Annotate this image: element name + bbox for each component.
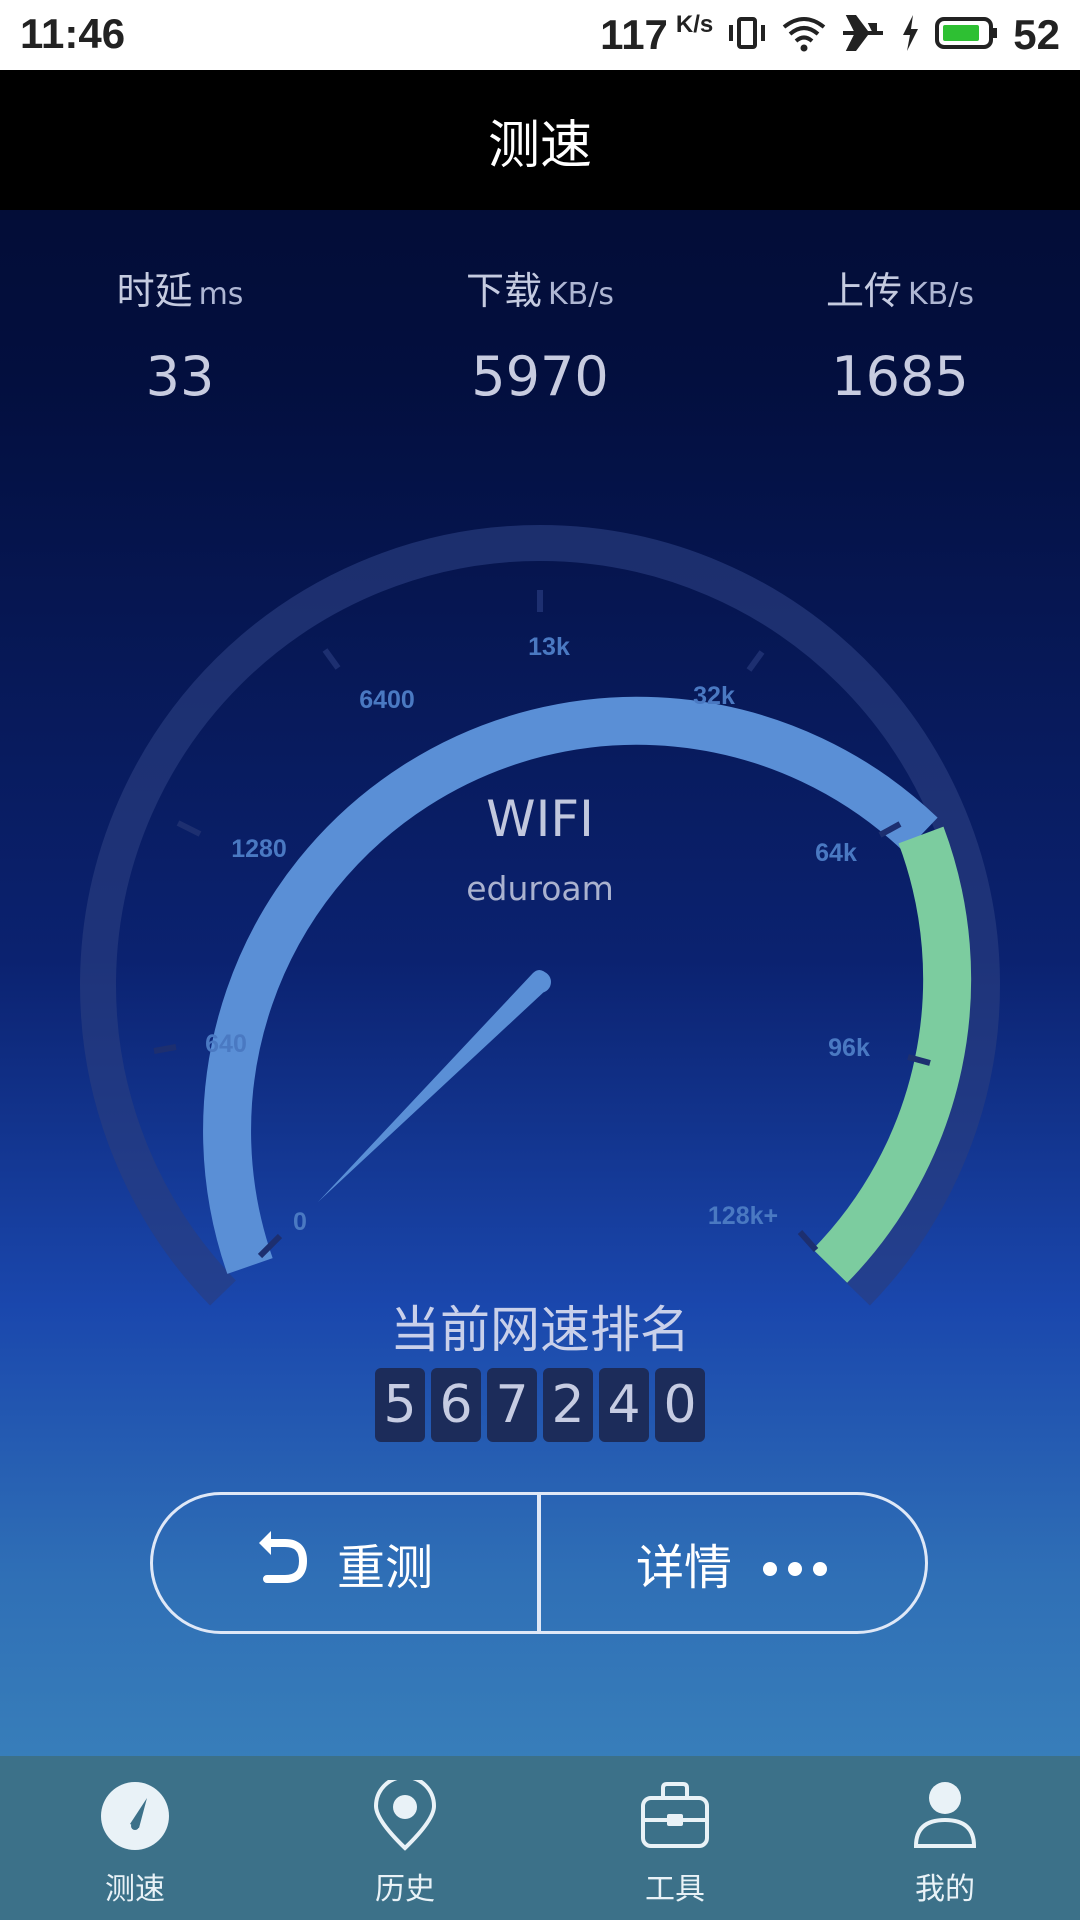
metric-unit: KB/s bbox=[908, 277, 974, 312]
scale-label: 1280 bbox=[231, 835, 287, 863]
app-bar: 测速 bbox=[0, 70, 1080, 210]
speed-gauge: 0 640 1280 6400 13k 32k 64k 96k 128k+ WI… bbox=[80, 525, 1000, 1306]
rank-digit: 2 bbox=[543, 1368, 593, 1442]
upload-value: 1685 bbox=[831, 345, 969, 408]
metric-unit: ms bbox=[198, 277, 244, 312]
details-label: 详情 bbox=[635, 1540, 732, 1596]
status-bar: 11:46 117 K/s 52 bbox=[0, 0, 1080, 70]
nav-item-speedtest[interactable]: 测速 bbox=[0, 1756, 270, 1920]
scale-label: 0 bbox=[293, 1208, 307, 1236]
upload-metric: 上传 KB/s 1685 bbox=[720, 260, 1080, 408]
rank-digit: 7 bbox=[487, 1368, 537, 1442]
action-buttons: 重测 详情 bbox=[150, 1492, 928, 1634]
charging-icon bbox=[899, 13, 921, 58]
scale-label: 13k bbox=[528, 633, 570, 661]
scale-label: 128k+ bbox=[708, 1202, 778, 1230]
scale-label: 6400 bbox=[359, 686, 415, 714]
tick bbox=[797, 1230, 819, 1252]
latency-value: 33 bbox=[145, 345, 215, 408]
retest-label: 重测 bbox=[336, 1540, 433, 1596]
battery-icon bbox=[935, 15, 999, 56]
network-speed-unit: K/s bbox=[675, 11, 714, 38]
more-dots-icon bbox=[760, 1535, 830, 1591]
speedometer-icon bbox=[99, 1780, 171, 1856]
tick bbox=[176, 820, 202, 837]
nav-label: 历史 bbox=[375, 1872, 435, 1907]
nav-label: 我的 bbox=[915, 1872, 975, 1907]
rank-digit: 4 bbox=[599, 1368, 649, 1442]
vibrate-icon bbox=[727, 13, 767, 58]
tick bbox=[746, 650, 765, 672]
metric-label: 上传 bbox=[825, 269, 902, 313]
scale-label: 64k bbox=[815, 839, 857, 867]
metric-unit: KB/s bbox=[548, 277, 614, 312]
metric-label: 时延 bbox=[116, 269, 193, 313]
tick bbox=[153, 1044, 177, 1054]
rank-digit: 5 bbox=[375, 1368, 425, 1442]
network-speed: 117 bbox=[600, 11, 668, 58]
scale-label: 640 bbox=[205, 1030, 247, 1058]
rank-digits: 5 6 7 2 4 0 bbox=[375, 1368, 705, 1442]
scale-label: 32k bbox=[693, 682, 735, 710]
status-time: 11:46 bbox=[20, 10, 126, 57]
details-button[interactable]: 详情 bbox=[541, 1495, 925, 1631]
rank-digit: 6 bbox=[431, 1368, 481, 1442]
retest-button[interactable]: 重测 bbox=[153, 1495, 537, 1631]
toolbox-icon bbox=[639, 1780, 711, 1856]
nav-label: 工具 bbox=[645, 1872, 705, 1907]
nav-label: 测速 bbox=[105, 1872, 165, 1907]
status-icons: 117 K/s 52 bbox=[600, 8, 1060, 62]
rank-title: 当前网速排名 bbox=[390, 1301, 690, 1359]
network-type: WIFI bbox=[486, 790, 594, 848]
page-title: 测速 bbox=[487, 115, 592, 176]
location-pin-icon bbox=[372, 1775, 438, 1856]
tick bbox=[322, 648, 341, 670]
latency-metric: 时延 ms 33 bbox=[0, 260, 360, 408]
nav-item-tools[interactable]: 工具 bbox=[540, 1756, 810, 1920]
airplane-mode-icon bbox=[841, 13, 885, 58]
retest-icon bbox=[257, 1529, 309, 1597]
nav-item-history[interactable]: 历史 bbox=[270, 1756, 540, 1920]
nav-item-profile[interactable]: 我的 bbox=[810, 1756, 1080, 1920]
bottom-nav: 测速 历史 工具 我的 bbox=[0, 1756, 1080, 1920]
scale-label: 96k bbox=[828, 1034, 870, 1062]
user-icon bbox=[912, 1780, 978, 1856]
needle-pivot bbox=[529, 971, 551, 993]
gauge-needle bbox=[318, 969, 551, 1202]
download-value: 5970 bbox=[471, 345, 609, 408]
wifi-icon bbox=[781, 13, 827, 58]
rank-digit: 0 bbox=[655, 1368, 705, 1442]
download-metric: 下载 KB/s 5970 bbox=[360, 260, 720, 408]
metric-label: 下载 bbox=[465, 269, 542, 313]
speed-metrics: 时延 ms 33 下载 KB/s 5970 上传 KB/s 1685 bbox=[0, 260, 1080, 430]
network-name: eduroam bbox=[466, 869, 614, 908]
battery-level: 52 bbox=[1013, 11, 1060, 58]
